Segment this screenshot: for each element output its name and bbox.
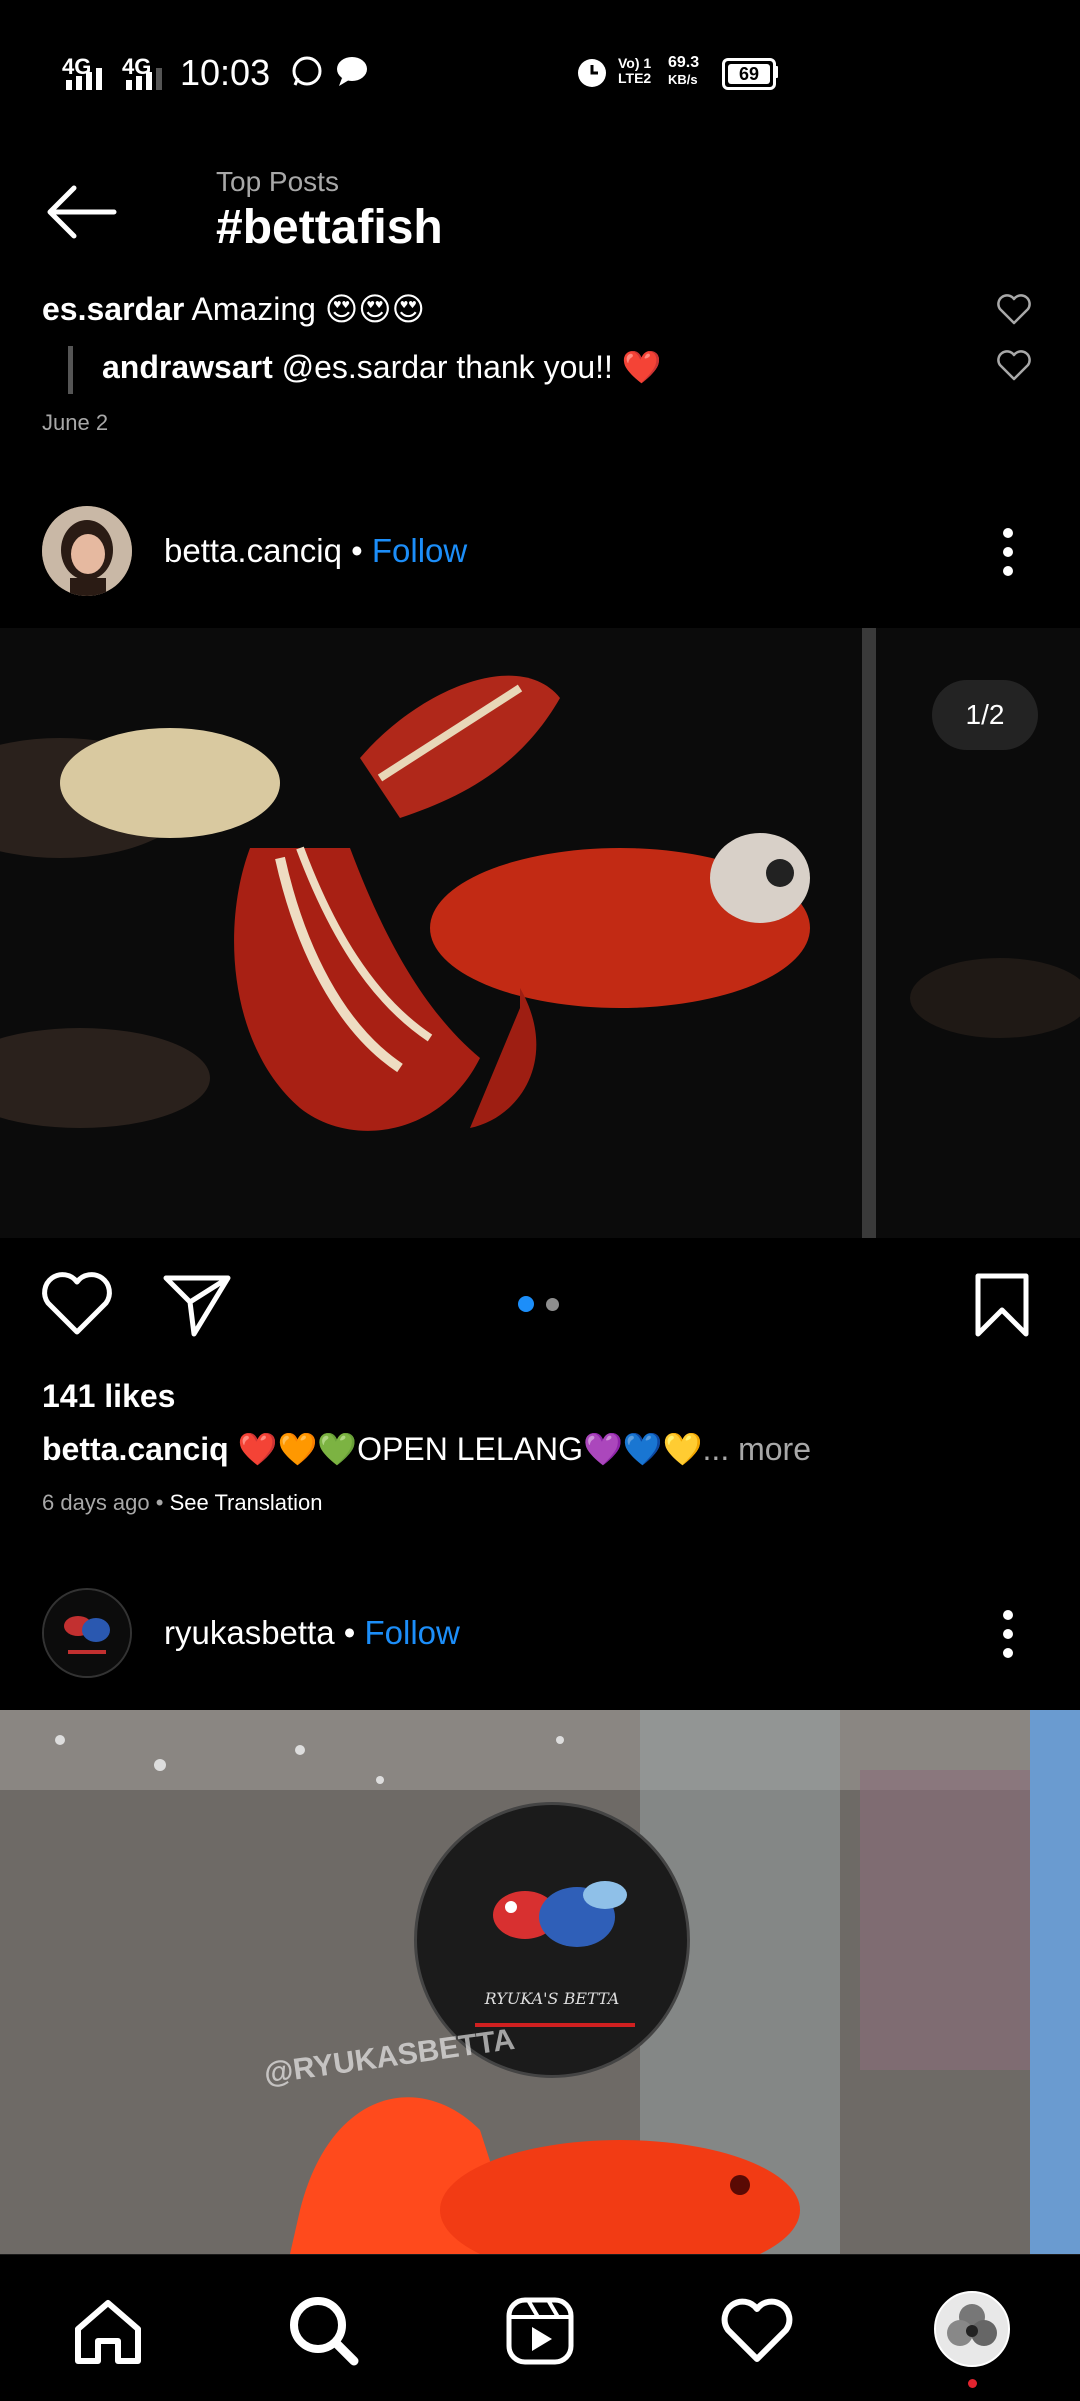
- more-options-icon-2[interactable]: [992, 1606, 1024, 1662]
- post-time: 6 days ago: [42, 1490, 150, 1515]
- likes-count[interactable]: 141 likes: [42, 1378, 175, 1415]
- follow-button[interactable]: Follow: [372, 532, 467, 569]
- message-icon: [337, 57, 367, 86]
- back-arrow-icon: [47, 185, 117, 239]
- home-icon[interactable]: [70, 2295, 146, 2367]
- net-speed-value: 69.3: [668, 54, 700, 71]
- comment-text: Amazing 😍😍😍: [184, 291, 425, 327]
- logo-fish-icon: [493, 1881, 627, 1947]
- reply-like-icon[interactable]: [996, 348, 1032, 382]
- back-button[interactable]: [42, 180, 126, 244]
- reply-text: @es.sardar thank you!! ❤️: [272, 349, 662, 385]
- reply-username[interactable]: andrawsart: [102, 349, 273, 385]
- net-speed-unit: KB/s: [668, 72, 698, 87]
- betta-fish-photo: [0, 628, 1080, 1238]
- like-icon[interactable]: [40, 1270, 114, 1338]
- caption-text: ❤️🧡💚OPEN LELANG💜💙💛: [228, 1431, 703, 1467]
- post-image[interactable]: 1/2: [0, 628, 1080, 1238]
- signal-icon-1: [66, 68, 102, 90]
- meta-separator: •: [149, 1490, 170, 1515]
- header-subtitle: Top Posts: [216, 166, 339, 197]
- carousel-dot: [546, 1298, 559, 1311]
- post-2-image[interactable]: RYUKA'S BETTA @RYUKASBETTA: [0, 1710, 1080, 2254]
- logo-text: RYUKA'S BETTA: [484, 1989, 620, 2008]
- battery-level: 69: [738, 64, 760, 84]
- alarm-icon: [578, 59, 606, 87]
- reply-thread-line: [68, 346, 73, 394]
- see-translation-link[interactable]: See Translation: [170, 1490, 323, 1515]
- reels-icon[interactable]: [504, 2295, 576, 2367]
- avatar-2[interactable]: [42, 1588, 132, 1678]
- heart-icon[interactable]: [720, 2297, 794, 2365]
- separator-dot-2: •: [334, 1614, 365, 1651]
- status-time: 10:03: [180, 52, 271, 93]
- post-2-header: ryukasbetta • Follow: [164, 1614, 460, 1652]
- battery-tip: [774, 66, 778, 78]
- post-meta: 6 days ago • See Translation: [42, 1490, 322, 1516]
- post-username[interactable]: betta.canciq: [164, 532, 342, 569]
- avatar-2-image: [44, 1590, 130, 1676]
- notification-dot: [968, 2379, 977, 2388]
- avatar-image: [42, 506, 132, 596]
- image-counter: 1/2: [932, 680, 1038, 750]
- bottom-nav: [0, 2254, 1080, 2401]
- follow-button-2[interactable]: Follow: [364, 1614, 459, 1651]
- profile-flower-image: [936, 2293, 1008, 2365]
- search-icon[interactable]: [286, 2293, 360, 2367]
- page-title: #bettafish: [216, 201, 443, 254]
- volte-label: Vo) 1 LTE2: [618, 55, 652, 86]
- profile-avatar[interactable]: [934, 2291, 1010, 2367]
- post-header: betta.canciq • Follow: [164, 532, 467, 570]
- avatar[interactable]: [42, 506, 132, 596]
- comment-reply: andrawsart @es.sardar thank you!! ❤️: [102, 348, 662, 386]
- signal-icon-2: [126, 68, 162, 90]
- post-caption: betta.canciq ❤️🧡💚OPEN LELANG💜💙💛... more: [42, 1430, 811, 1468]
- comment-username[interactable]: es.sardar: [42, 291, 184, 327]
- separator-dot: •: [341, 532, 372, 569]
- caption-username[interactable]: betta.canciq: [42, 1431, 229, 1467]
- share-icon[interactable]: [160, 1270, 234, 1340]
- more-options-icon[interactable]: [992, 524, 1024, 580]
- post-2-username[interactable]: ryukasbetta: [164, 1614, 335, 1651]
- comment-like-icon[interactable]: [996, 292, 1032, 326]
- whatsapp-icon: [292, 56, 322, 86]
- status-bar: 4G 4G 10:03 Vo) 1 LTE2 69.3 KB/s 69: [0, 0, 1080, 140]
- bookmark-icon[interactable]: [972, 1270, 1032, 1340]
- carousel-dot-active: [518, 1296, 534, 1312]
- more-link[interactable]: ... more: [703, 1431, 811, 1467]
- battery-icon: 69: [722, 58, 776, 90]
- comments-date: June 2: [42, 410, 109, 435]
- comment-1: es.sardar Amazing 😍😍😍: [42, 290, 425, 328]
